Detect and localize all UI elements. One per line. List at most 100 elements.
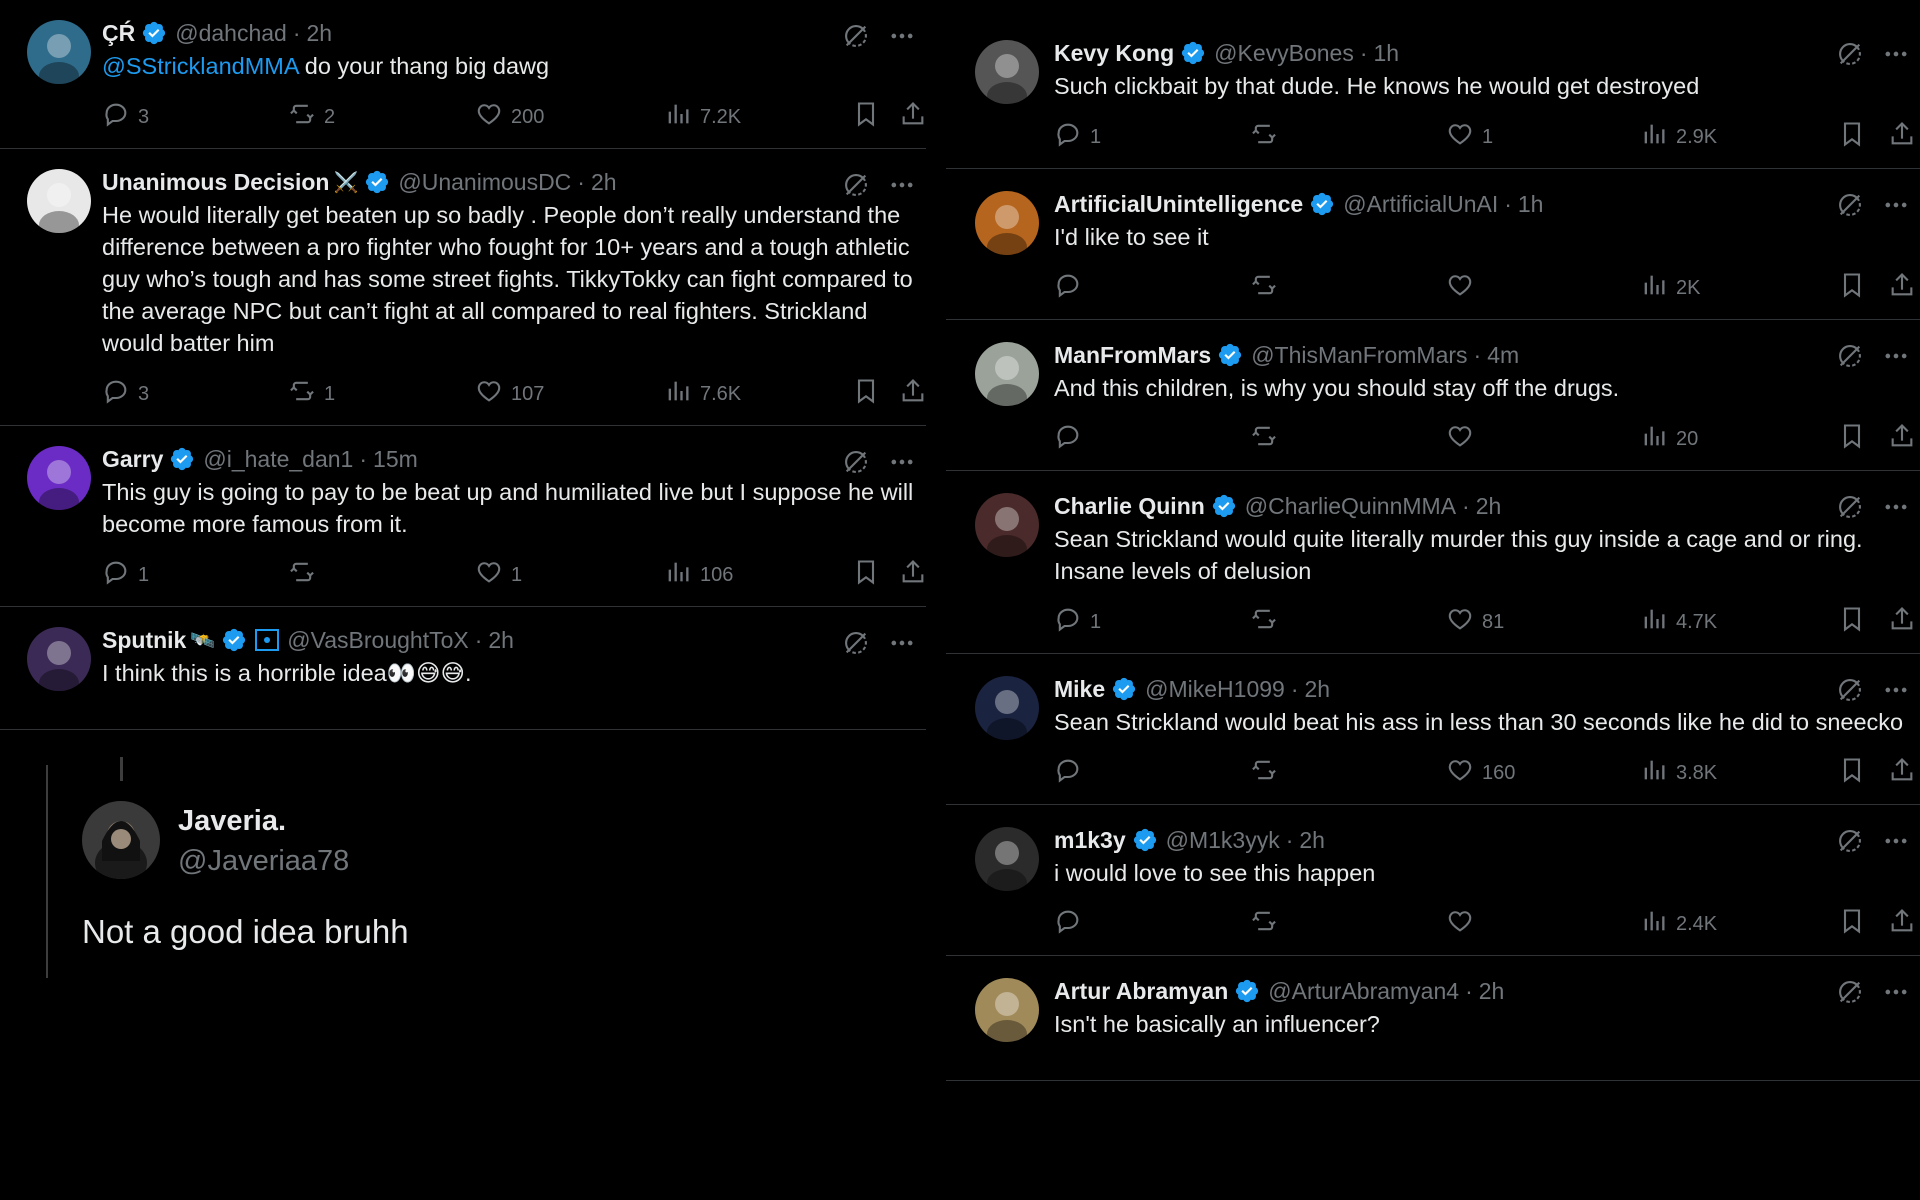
bookmark-button[interactable]	[852, 558, 888, 592]
display-name[interactable]: Mike	[1054, 676, 1105, 703]
handle[interactable]: @MikeH1099	[1145, 676, 1285, 703]
reply-button[interactable]: 1	[102, 558, 149, 592]
reply-button[interactable]	[1054, 907, 1090, 941]
retweet-button[interactable]: 2	[288, 100, 335, 134]
views-button[interactable]: 2.9K	[1640, 120, 1717, 154]
grok-icon[interactable]	[842, 629, 870, 662]
bookmark-button[interactable]	[852, 377, 888, 411]
views-button[interactable]: 4.7K	[1640, 605, 1717, 639]
grok-icon[interactable]	[1836, 191, 1864, 224]
avatar[interactable]	[975, 342, 1039, 406]
share-button[interactable]	[1888, 605, 1920, 639]
reply-tweet[interactable]: m1k3y @M1k3yyk · 2h i would love to see this…	[946, 805, 1920, 956]
timestamp[interactable]: 2h	[1476, 493, 1502, 520]
bookmark-button[interactable]	[1838, 756, 1874, 790]
handle[interactable]: @ThisManFromMars	[1251, 342, 1467, 369]
share-button[interactable]	[899, 558, 926, 592]
share-button[interactable]	[1888, 271, 1920, 305]
quote-handle[interactable]: @Javeriaa78	[178, 845, 349, 878]
timestamp[interactable]: 1h	[1518, 191, 1544, 218]
grok-icon[interactable]	[842, 171, 870, 204]
retweet-button[interactable]: 1	[288, 377, 335, 411]
grok-icon[interactable]	[1836, 40, 1864, 73]
handle[interactable]: @i_hate_dan1	[203, 446, 353, 473]
avatar[interactable]	[82, 801, 160, 879]
timestamp[interactable]: 2h	[488, 627, 514, 654]
share-button[interactable]	[899, 100, 926, 134]
mention-link[interactable]: @SStricklandMMA	[102, 53, 298, 79]
like-button[interactable]: 1	[475, 558, 522, 592]
handle[interactable]: @CharlieQuinnMMA	[1245, 493, 1456, 520]
grok-icon[interactable]	[1836, 978, 1864, 1011]
bookmark-button[interactable]	[1838, 605, 1874, 639]
views-button[interactable]: 3.8K	[1640, 756, 1717, 790]
handle[interactable]: @ArturAbramyan4	[1268, 978, 1459, 1005]
reply-button[interactable]	[1054, 271, 1090, 305]
more-icon[interactable]	[1882, 827, 1910, 860]
grok-icon[interactable]	[1836, 493, 1864, 526]
reply-tweet[interactable]: Mike @MikeH1099 · 2h Sean Strickland would b…	[946, 654, 1920, 805]
reply-tweet[interactable]: Kevy Kong @KevyBones · 1h Such clickbait by …	[946, 18, 1920, 169]
display-name[interactable]: Artur Abramyan	[1054, 978, 1228, 1005]
avatar[interactable]	[27, 627, 91, 691]
reply-button[interactable]: 1	[1054, 120, 1101, 154]
grok-icon[interactable]	[1836, 676, 1864, 709]
display-name[interactable]: Unanimous Decision	[102, 169, 329, 196]
retweet-button[interactable]	[1250, 907, 1286, 941]
more-icon[interactable]	[888, 22, 916, 55]
avatar[interactable]	[975, 827, 1039, 891]
retweet-button[interactable]	[1250, 271, 1286, 305]
timestamp[interactable]: 4m	[1487, 342, 1519, 369]
reply-tweet[interactable]: Unanimous Decision ⚔️ @UnanimousDC · 2h He wo…	[0, 149, 926, 426]
like-button[interactable]: 160	[1446, 756, 1515, 790]
more-icon[interactable]	[888, 448, 916, 481]
display-name[interactable]: m1k3y	[1054, 827, 1126, 854]
reply-tweet[interactable]: ÇŔ @dahchad · 2h @SStricklandMMA do your tha…	[0, 0, 926, 149]
like-button[interactable]: 81	[1446, 605, 1504, 639]
grok-icon[interactable]	[842, 448, 870, 481]
more-icon[interactable]	[1882, 40, 1910, 73]
views-button[interactable]: 2.4K	[1640, 907, 1717, 941]
share-button[interactable]	[1888, 422, 1920, 456]
grok-icon[interactable]	[842, 22, 870, 55]
like-button[interactable]	[1446, 422, 1482, 456]
share-button[interactable]	[1888, 120, 1920, 154]
views-button[interactable]: 7.2K	[664, 100, 741, 134]
display-name[interactable]: ÇŔ	[102, 20, 135, 47]
reply-button[interactable]: 3	[102, 377, 149, 411]
share-button[interactable]	[1888, 907, 1920, 941]
bookmark-button[interactable]	[1838, 422, 1874, 456]
retweet-button[interactable]	[1250, 605, 1286, 639]
bookmark-button[interactable]	[1838, 907, 1874, 941]
timestamp[interactable]: 1h	[1374, 40, 1400, 67]
timestamp[interactable]: 2h	[1305, 676, 1331, 703]
timestamp[interactable]: 2h	[1299, 827, 1325, 854]
more-icon[interactable]	[1882, 676, 1910, 709]
more-icon[interactable]	[888, 629, 916, 662]
bookmark-button[interactable]	[1838, 120, 1874, 154]
avatar[interactable]	[27, 446, 91, 510]
views-button[interactable]: 20	[1640, 422, 1698, 456]
reply-button[interactable]: 1	[1054, 605, 1101, 639]
share-button[interactable]	[1888, 756, 1920, 790]
share-button[interactable]	[899, 377, 926, 411]
reply-button[interactable]	[1054, 422, 1090, 456]
reply-tweet[interactable]: Charlie Quinn @CharlieQuinnMMA · 2h Sean Str…	[946, 471, 1920, 654]
quote-display-name[interactable]: Javeria.	[178, 805, 286, 838]
like-button[interactable]	[1446, 907, 1482, 941]
reply-button[interactable]: 3	[102, 100, 149, 134]
display-name[interactable]: Garry	[102, 446, 163, 473]
timestamp[interactable]: 15m	[373, 446, 418, 473]
reply-tweet[interactable]: ArtificialUnintelligence @ArtificialUnAI ·…	[946, 169, 1920, 320]
display-name[interactable]: ArtificialUnintelligence	[1054, 191, 1303, 218]
bookmark-button[interactable]	[1838, 271, 1874, 305]
like-button[interactable]	[1446, 271, 1482, 305]
reply-button[interactable]	[1054, 756, 1090, 790]
reply-tweet[interactable]: ManFromMars @ThisManFromMars · 4m And this c…	[946, 320, 1920, 471]
handle[interactable]: @M1k3yyk	[1166, 827, 1280, 854]
avatar[interactable]	[975, 676, 1039, 740]
handle[interactable]: @UnanimousDC	[398, 169, 571, 196]
reply-tweet[interactable]: Garry @i_hate_dan1 · 15m This guy is going t…	[0, 426, 926, 607]
retweet-button[interactable]	[1250, 756, 1286, 790]
more-icon[interactable]	[1882, 342, 1910, 375]
